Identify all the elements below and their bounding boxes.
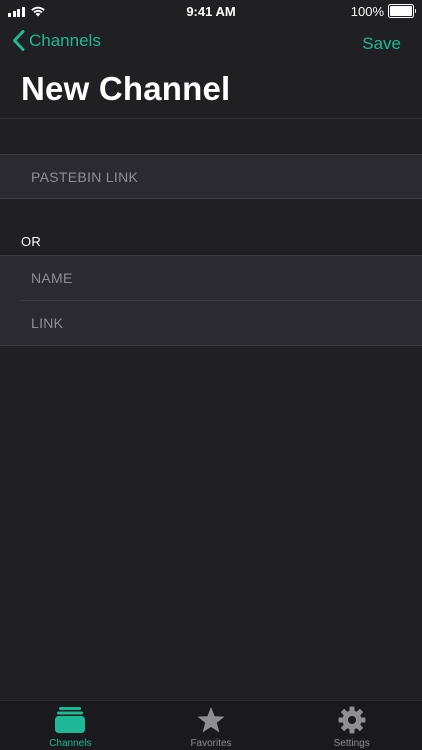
back-button[interactable]: Channels <box>12 30 101 51</box>
back-button-label: Channels <box>29 30 101 50</box>
navigation-bar: Channels Save <box>0 22 422 66</box>
star-icon <box>195 705 227 735</box>
screen: 9:41 AM 100% Channels Save New Channel O… <box>0 0 422 750</box>
name-input[interactable] <box>31 270 401 286</box>
manual-entry-group <box>0 255 422 346</box>
tab-settings[interactable]: Settings <box>281 701 422 750</box>
header-divider <box>0 118 422 119</box>
link-input[interactable] <box>31 315 401 331</box>
page-title: New Channel <box>21 70 231 107</box>
status-time: 9:41 AM <box>186 4 236 19</box>
gear-icon <box>336 705 368 735</box>
chevron-left-icon <box>13 30 25 51</box>
tab-channels[interactable]: Channels <box>0 701 141 750</box>
pastebin-group <box>0 154 422 199</box>
status-bar: 9:41 AM 100% <box>0 0 422 22</box>
tab-bar: Channels Favorites Settings <box>0 700 422 750</box>
tab-label: Settings <box>333 738 370 749</box>
channels-icon <box>54 705 86 735</box>
link-field <box>0 301 422 345</box>
battery-icon <box>388 4 416 18</box>
tab-favorites[interactable]: Favorites <box>141 701 282 750</box>
save-button[interactable]: Save <box>362 34 401 54</box>
pastebin-link-input[interactable] <box>31 169 401 185</box>
name-field <box>0 256 422 300</box>
pastebin-field <box>0 155 422 199</box>
tab-label: Channels <box>49 738 92 749</box>
tab-label: Favorites <box>190 738 232 749</box>
or-label: OR <box>21 234 42 249</box>
